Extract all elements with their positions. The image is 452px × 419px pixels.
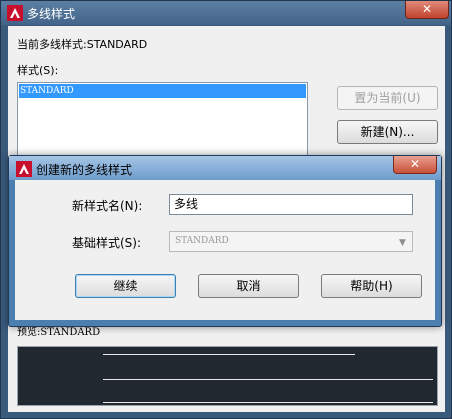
current-style-text: 当前多线样式:STANDARD [17,38,148,51]
base-style-select[interactable]: STANDARD ▼ [169,231,413,252]
main-dialog-title: 多线样式 [27,7,76,21]
new-button[interactable]: 新建(N)... [337,120,438,144]
autocad-logo-icon [16,161,32,177]
main-close-button[interactable]: ✕ [405,1,449,19]
close-icon: ✕ [421,2,433,16]
create-new-style-dialog: 创建新的多线样式 ✕ 新样式名(N): 多线 基础样式(S): STANDARD… [8,155,442,327]
close-icon: ✕ [409,157,421,171]
styles-label: 样式(S): [17,64,59,77]
child-titlebar[interactable]: 创建新的多线样式 ✕ [9,156,441,180]
preview-line-top [103,354,355,355]
preview-line-middle [103,379,433,380]
help-button[interactable]: 帮助(H) [321,274,422,298]
cancel-button[interactable]: 取消 [198,274,299,298]
list-item[interactable]: STANDARD [19,84,306,98]
child-close-button[interactable]: ✕ [393,156,437,174]
child-dialog-title: 创建新的多线样式 [36,163,133,177]
preview-canvas [17,346,438,406]
base-style-label: 基础样式(S): [72,236,142,250]
autocad-logo-icon [7,5,23,21]
preview-line-bottom [103,402,433,403]
continue-button[interactable]: 继续 [75,274,176,298]
chevron-down-icon: ▼ [399,238,406,248]
new-name-label: 新样式名(N): [72,199,143,213]
styles-list[interactable]: STANDARD [17,82,308,166]
set-current-button[interactable]: 置为当前(U) [337,86,438,110]
child-dialog-body: 新样式名(N): 多线 基础样式(S): STANDARD ▼ 继续 取消 帮助… [15,180,435,320]
base-style-value: STANDARD [175,236,229,246]
main-titlebar[interactable]: 多线样式 ✕ [1,1,451,25]
new-style-name-input[interactable]: 多线 [169,194,413,215]
